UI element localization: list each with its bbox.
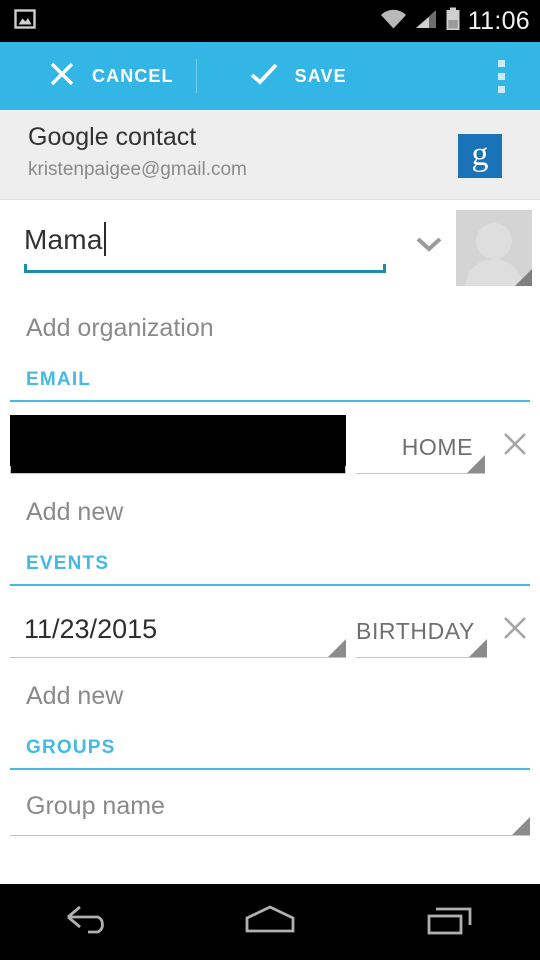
close-icon	[48, 60, 76, 93]
section-header-events: EVENTS	[0, 553, 540, 584]
google-logo-icon: g	[458, 134, 502, 178]
battery-icon	[445, 7, 461, 36]
cancel-button-label: CANCEL	[92, 65, 174, 86]
event-date-underline	[10, 657, 346, 658]
group-name-placeholder: Group name	[26, 792, 165, 820]
name-input[interactable]: Mama	[24, 200, 398, 273]
delete-email-button[interactable]	[489, 429, 540, 474]
form-bottom-spacer	[0, 836, 540, 870]
avatar-corner-triangle-icon	[515, 269, 532, 286]
name-row: Mama	[0, 200, 540, 292]
delete-event-button[interactable]	[491, 613, 540, 658]
add-new-event-button[interactable]: Add new	[0, 658, 540, 737]
email-row: HOME	[0, 402, 540, 474]
cancel-button[interactable]: CANCEL	[0, 42, 196, 110]
status-bar-notifications	[14, 8, 36, 35]
avatar-head-shape	[476, 223, 512, 259]
expand-name-fields-button[interactable]	[398, 200, 460, 292]
spinner-triangle-icon	[512, 817, 530, 835]
phone-screen: 11:06 CANCEL SAVE Google contact kristen…	[0, 0, 540, 960]
signal-bars-icon	[414, 8, 438, 35]
section-label-events: EVENTS	[26, 553, 110, 574]
group-name-underline	[10, 835, 530, 836]
email-type-underline	[356, 473, 486, 474]
email-input-redacted-value	[10, 415, 346, 473]
overflow-dot	[497, 72, 505, 80]
event-type-label: BIRTHDAY	[356, 618, 475, 644]
check-icon	[249, 60, 279, 93]
add-new-email-button[interactable]: Add new	[0, 474, 540, 553]
event-type-spinner[interactable]: BIRTHDAY	[356, 618, 487, 658]
section-label-groups: GROUPS	[26, 737, 116, 758]
status-bar-clock: 11:06	[467, 6, 530, 35]
nav-recent-apps-button[interactable]	[375, 884, 525, 960]
overflow-dot	[497, 85, 505, 93]
contact-avatar-placeholder[interactable]	[456, 210, 532, 286]
contact-edit-form: Mama Add organization EMAIL HOME Add new…	[0, 200, 540, 870]
nav-back-button[interactable]	[15, 884, 165, 960]
name-input-underline	[24, 264, 386, 273]
email-type-label: HOME	[401, 434, 474, 460]
action-bar: CANCEL SAVE	[0, 42, 540, 110]
overflow-menu-icon[interactable]	[478, 42, 524, 110]
back-arrow-icon	[64, 904, 116, 941]
section-header-groups: GROUPS	[0, 737, 540, 768]
account-header[interactable]: Google contact kristenpaigee@gmail.com g	[0, 110, 540, 200]
text-cursor	[103, 222, 106, 256]
spinner-triangle-icon	[468, 639, 487, 657]
email-input-underline	[10, 466, 346, 474]
status-bar: 11:06	[0, 0, 540, 42]
save-button[interactable]: SAVE	[197, 42, 369, 110]
wifi-icon	[380, 8, 407, 35]
close-icon	[500, 429, 530, 464]
add-organization-button[interactable]: Add organization	[0, 292, 540, 369]
chevron-down-icon	[414, 234, 444, 259]
group-name-spinner[interactable]: Group name	[0, 770, 540, 836]
email-type-spinner[interactable]: HOME	[356, 434, 486, 474]
event-date-spinner[interactable]: 11/23/2015	[10, 614, 346, 658]
status-bar-system-icons: 11:06	[380, 7, 530, 36]
spinner-triangle-icon	[467, 455, 486, 473]
nav-home-button[interactable]	[195, 884, 345, 960]
name-input-value: Mama	[24, 224, 103, 255]
image-icon	[14, 8, 36, 35]
home-icon	[241, 904, 299, 941]
overflow-dot	[497, 59, 505, 67]
spinner-triangle-icon	[328, 639, 346, 657]
recent-apps-icon	[424, 903, 476, 942]
event-row: 11/23/2015 BIRTHDAY	[0, 586, 540, 658]
email-input[interactable]	[10, 415, 346, 474]
section-header-email: EMAIL	[0, 369, 540, 400]
event-date-value: 11/23/2015	[24, 614, 158, 644]
close-icon	[500, 613, 530, 648]
save-button-label: SAVE	[294, 65, 347, 86]
event-type-underline	[356, 657, 487, 658]
section-label-email: EMAIL	[26, 369, 92, 390]
system-navigation-bar	[0, 884, 540, 960]
